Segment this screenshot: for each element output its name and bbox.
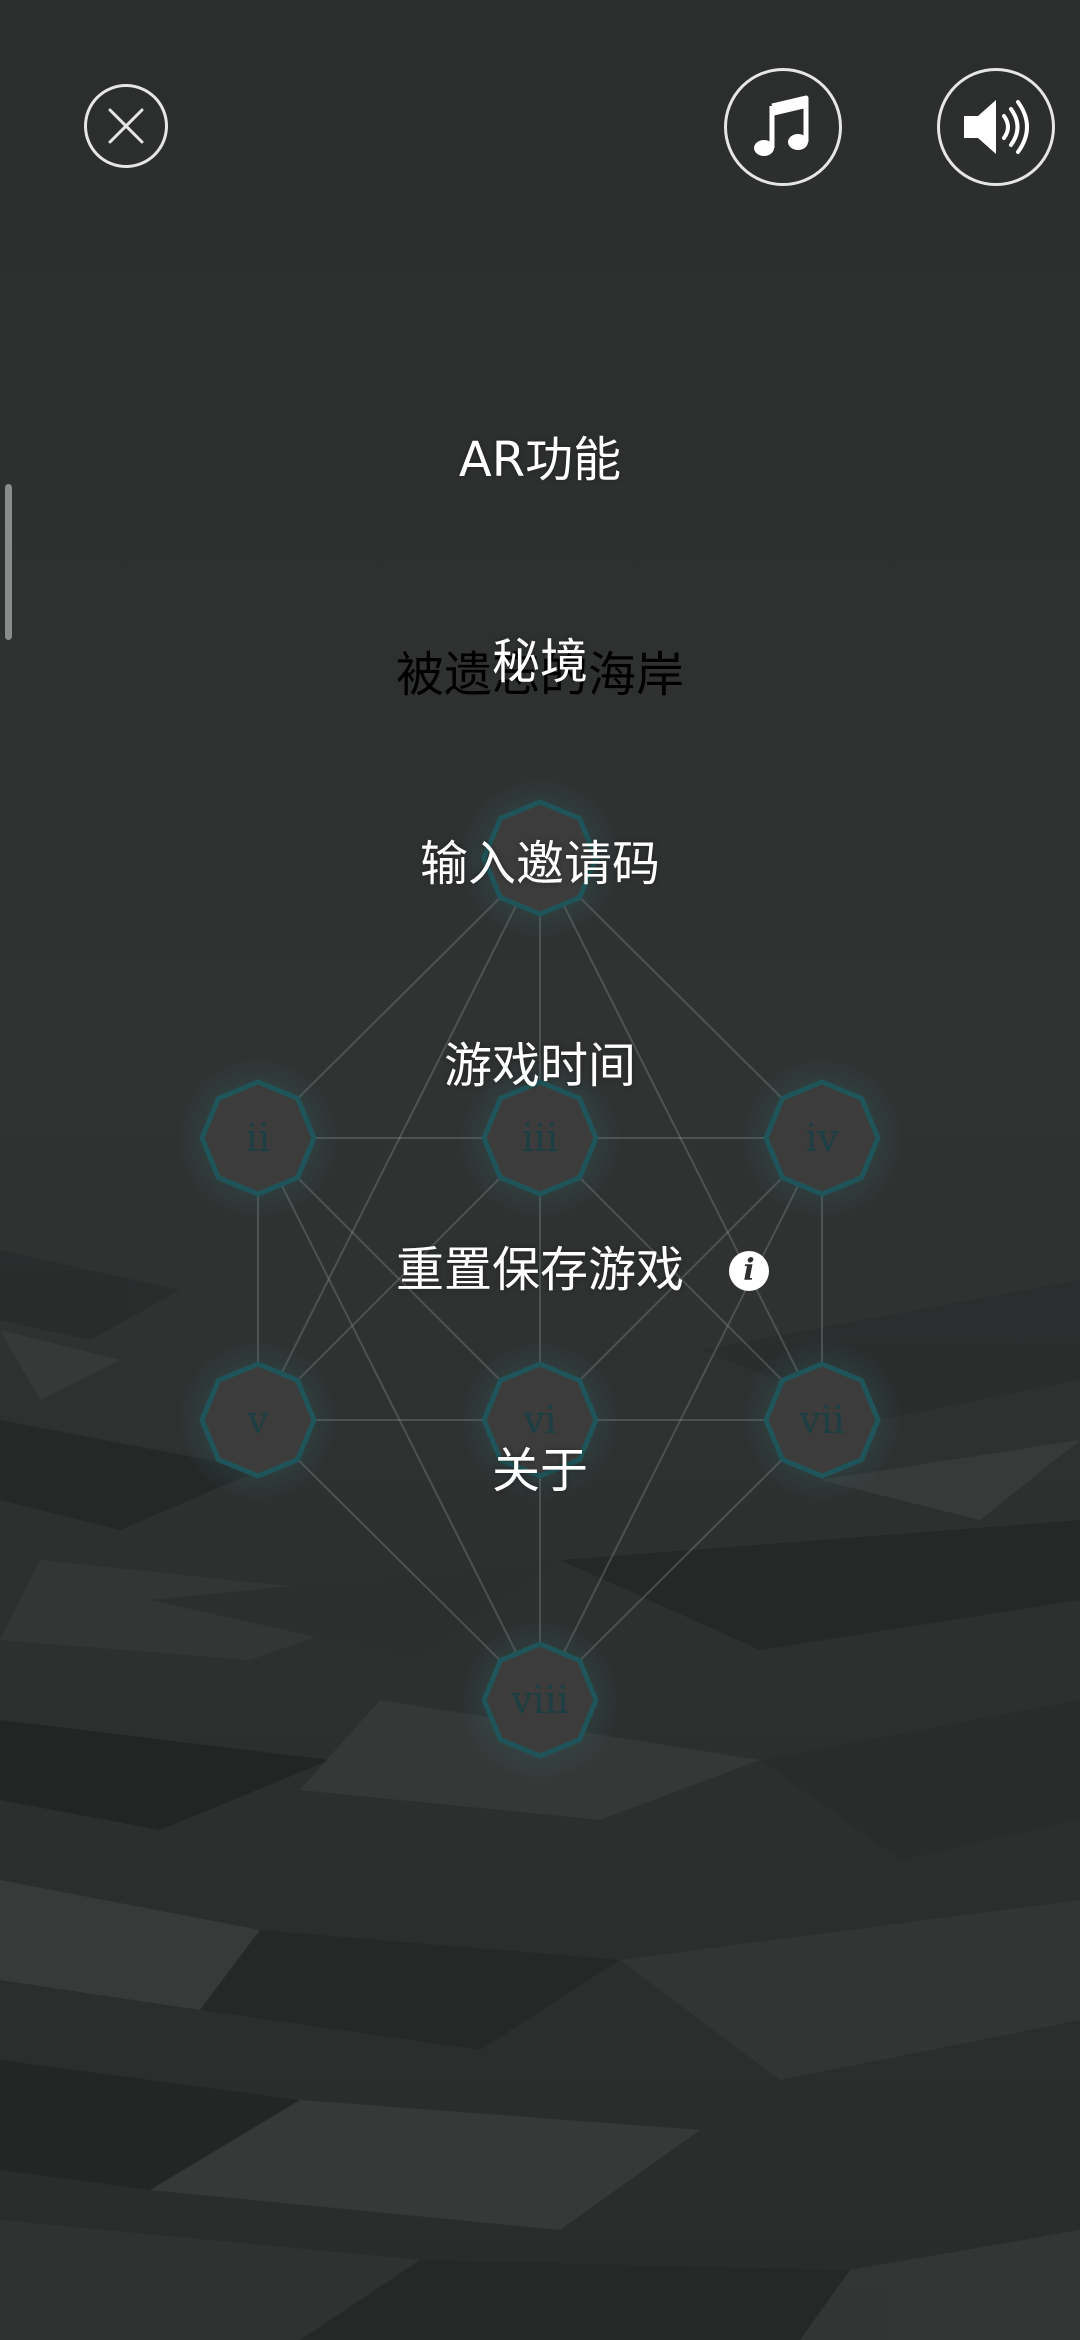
map-node-viii[interactable]: viii [460,1620,620,1780]
close-icon [108,108,144,144]
music-note-icon [754,95,809,156]
menu-item-ar[interactable]: AR功能 [0,430,1080,490]
menu-item-about[interactable]: 关于 [0,1441,1080,1501]
map-node-label: viii [510,1678,569,1722]
menu-item-invite-code[interactable]: 输入邀请码 [0,834,1080,894]
menu-item-reset-save[interactable]: 重置保存游戏 [0,1240,1080,1300]
map-node-label: iii [522,1116,558,1160]
music-toggle-button[interactable] [724,68,842,186]
map-node-label: iv [805,1116,839,1160]
close-button[interactable] [84,84,168,168]
info-icon[interactable]: i [729,1251,769,1291]
map-node-label: ii [246,1116,270,1160]
menu-item-play-time[interactable]: 游戏时间 [0,1036,1080,1096]
menu-item-secret-realm[interactable]: 秘境 [0,632,1080,692]
sound-toggle-button[interactable] [937,68,1055,186]
map-node-label: vii [798,1398,845,1442]
scrollbar[interactable] [5,484,12,640]
map-node-label: v [246,1398,269,1442]
map-node-label: vi [522,1398,557,1442]
speaker-icon [964,100,1029,154]
level-map-background: ii iii iv v vi vii viii [0,778,1080,2340]
